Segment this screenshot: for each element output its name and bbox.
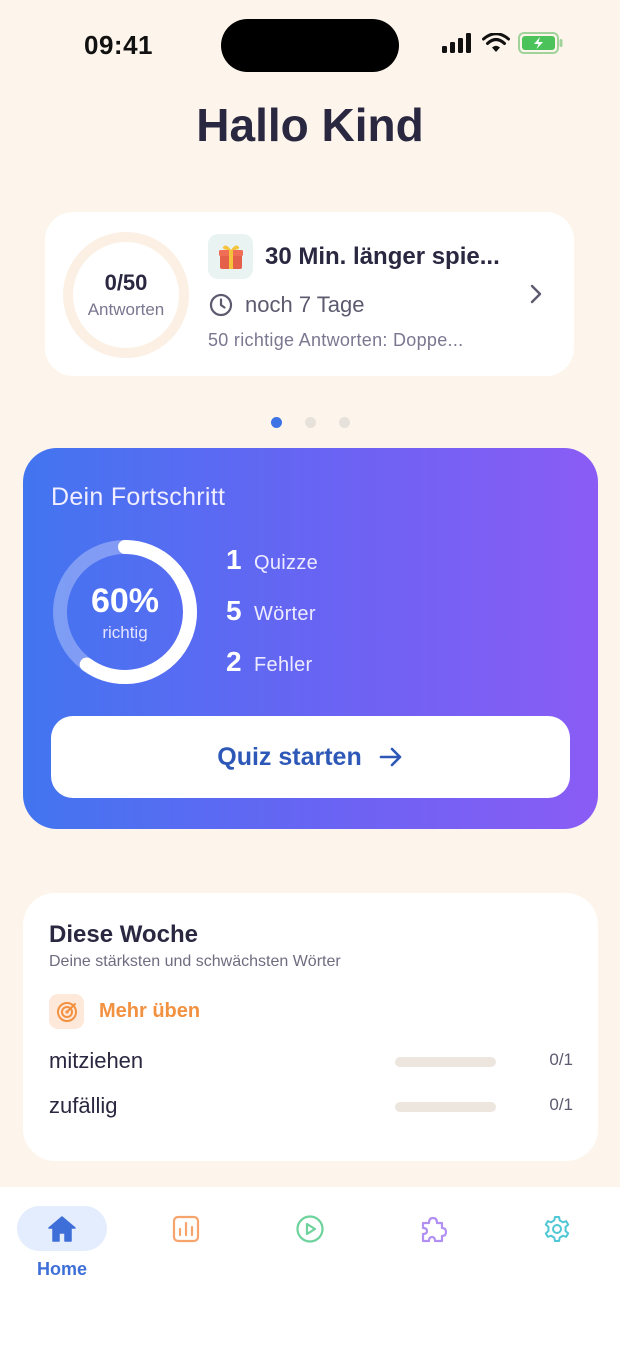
page-dot-3[interactable] [339, 417, 350, 428]
week-title: Diese Woche [49, 921, 198, 948]
word-score: 0/1 [549, 1050, 573, 1069]
tab-settings[interactable] [512, 1206, 602, 1251]
stats-list: 1 Quizze 5 Wörter 2 Fehler [226, 544, 318, 697]
tab-play[interactable] [265, 1206, 355, 1251]
clock-icon [209, 293, 233, 317]
practice-more-label: Mehr üben [99, 1000, 201, 1022]
play-icon [296, 1214, 324, 1243]
reward-days-left: noch 7 Tage [245, 292, 365, 317]
target-icon [49, 994, 84, 1029]
progress-title: Dein Fortschritt [51, 483, 226, 511]
dynamic-island [221, 19, 399, 72]
status-time: 09:41 [84, 30, 153, 60]
page-dot-2[interactable] [305, 417, 316, 428]
reward-progress-count: 0/50 [104, 270, 148, 295]
tab-home-label: Home [36, 1259, 87, 1279]
stat-label: Wörter [254, 603, 316, 625]
stat-value: 1 [226, 544, 242, 575]
progress-card: Dein Fortschritt 60% richtig 1 Quizze 5 … [23, 448, 598, 829]
stat-quizzes: 1 Quizze [226, 544, 318, 595]
week-card: Diese Woche Deine stärksten und schwächs… [23, 893, 598, 1161]
wifi-icon [482, 33, 510, 52]
word-progress-bar [395, 1057, 496, 1067]
word-text: mitziehen [49, 1048, 144, 1073]
word-score: 0/1 [549, 1095, 573, 1114]
tab-home[interactable]: Home [17, 1206, 107, 1280]
accuracy-percent: 60% [90, 581, 160, 620]
reward-description: 50 richtige Antworten: Doppe... [208, 330, 464, 350]
signal-icon [442, 33, 471, 53]
reward-progress-ring: 0/50 Antworten [61, 230, 191, 360]
stat-label: Quizze [254, 552, 319, 574]
stat-label: Fehler [254, 654, 313, 676]
chevron-right-icon[interactable] [525, 282, 547, 306]
stat-value: 5 [226, 595, 242, 626]
stat-value: 2 [226, 646, 242, 677]
tab-bar: Home [0, 1187, 620, 1347]
stat-words: 5 Wörter [226, 595, 318, 646]
word-progress-bar [395, 1102, 496, 1112]
gift-icon [208, 234, 253, 279]
week-subtitle: Deine stärksten und schwächsten Wörter [49, 953, 341, 970]
puzzle-icon [421, 1216, 448, 1242]
carousel-pagination [0, 417, 620, 428]
status-bar: 09:41 [0, 0, 620, 90]
accuracy-label: richtig [102, 622, 148, 642]
page-dot-1[interactable] [271, 417, 282, 428]
reward-progress-label: Antworten [87, 300, 165, 319]
start-quiz-label: Quiz starten [217, 742, 362, 771]
settings-icon [544, 1215, 570, 1242]
tab-stats[interactable] [141, 1206, 231, 1251]
start-quiz-button[interactable]: Quiz starten [51, 716, 570, 798]
arrow-right-icon [379, 747, 402, 767]
page-title: Hallo Kind [196, 99, 424, 151]
word-text: zufällig [49, 1093, 118, 1118]
stats-icon [172, 1215, 200, 1242]
practice-more-button[interactable]: Mehr üben [49, 994, 200, 1029]
battery-charging-icon [518, 32, 563, 54]
word-row[interactable]: zufällig 0/1 [49, 1093, 573, 1123]
reward-title: 30 Min. länger spie... [265, 243, 500, 270]
tab-puzzle[interactable] [388, 1206, 478, 1251]
stat-errors: 2 Fehler [226, 646, 318, 697]
reward-card[interactable]: 0/50 Antworten 30 Min. länger spie... no… [45, 212, 574, 376]
status-icons [442, 32, 564, 54]
word-row[interactable]: mitziehen 0/1 [49, 1048, 573, 1078]
home-icon [48, 1215, 76, 1242]
